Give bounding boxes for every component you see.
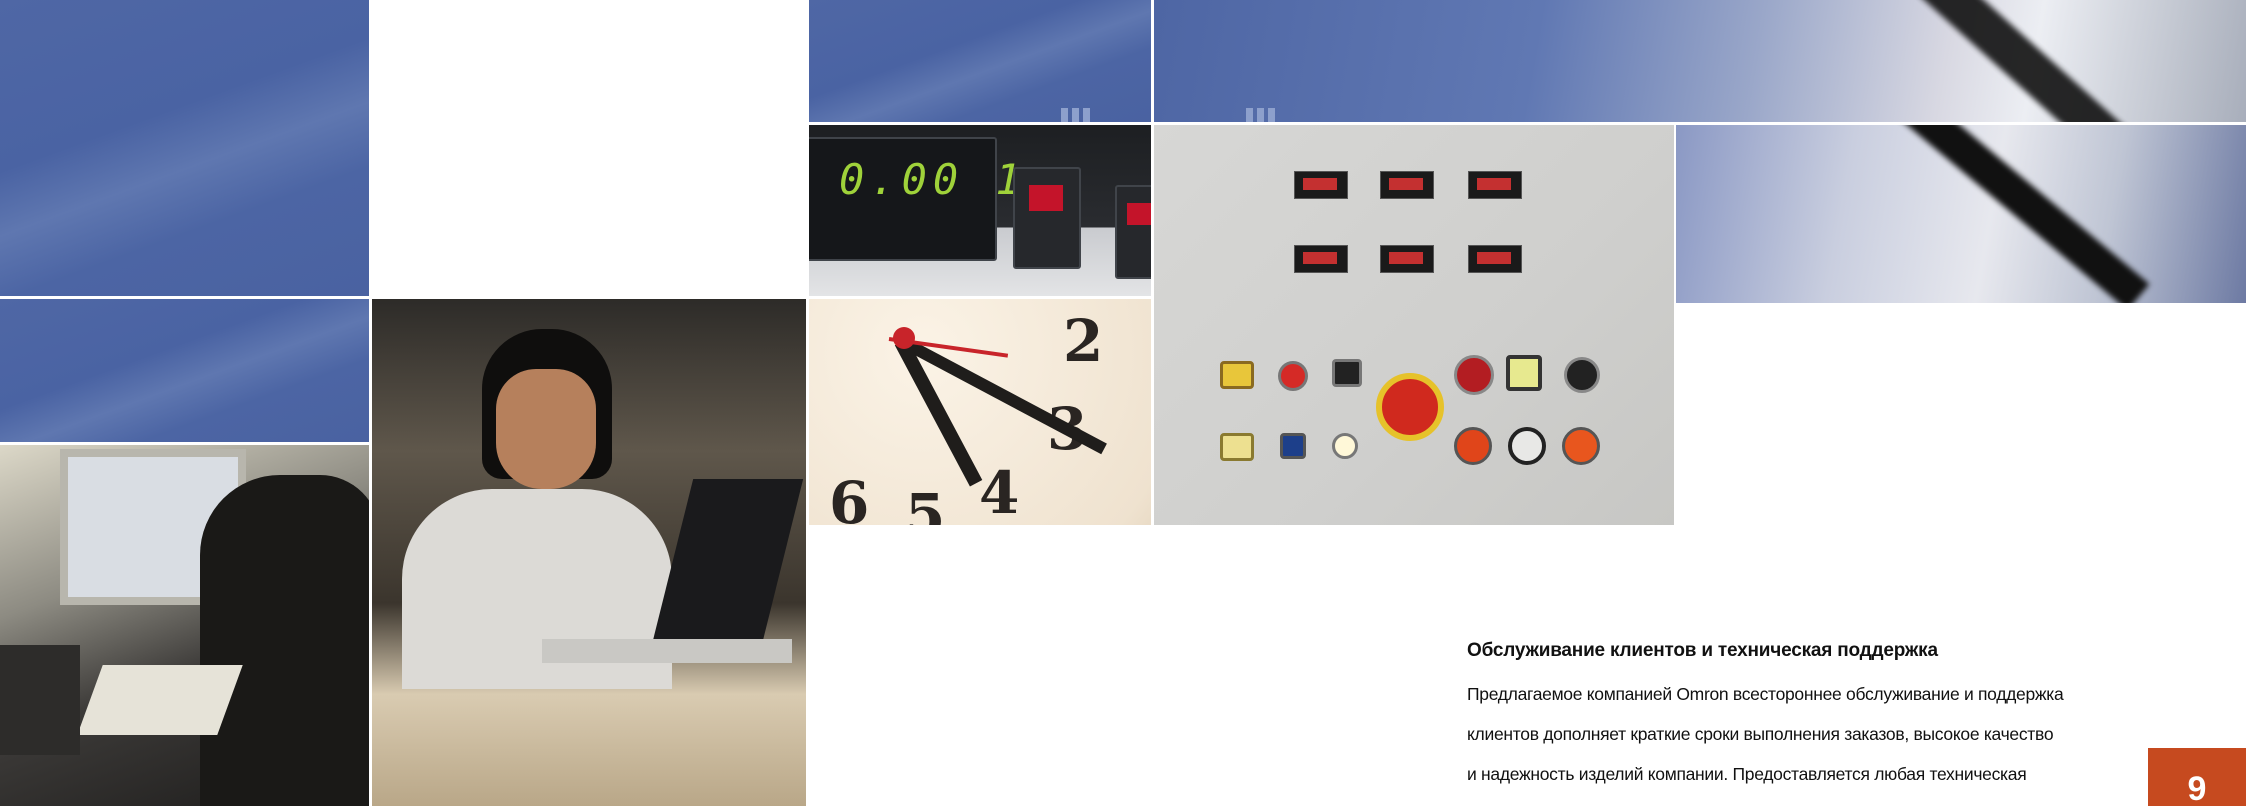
blue-tile-top-center bbox=[809, 0, 1151, 122]
clock-photo: 2 3 4 5 6 bbox=[809, 299, 1151, 525]
smiling-woman-photo bbox=[372, 299, 806, 806]
meter-readout: 0.00 1 bbox=[839, 155, 1027, 204]
body-line-3: и надежность изделий компании. Предостав… bbox=[1467, 764, 2027, 784]
control-panel-photo bbox=[1154, 125, 1674, 525]
page-number: 9 bbox=[2148, 748, 2246, 808]
digital-meters-photo: 0.00 1 bbox=[809, 125, 1151, 296]
blue-tile-middle-left bbox=[0, 299, 369, 442]
blue-tile-top-left bbox=[0, 0, 369, 296]
blue-streak-photo bbox=[1154, 0, 2246, 122]
grey-streak-photo bbox=[1676, 125, 2246, 303]
section-heading: Обслуживание клиентов и техническая подд… bbox=[1467, 640, 1938, 661]
body-line-2: клиентов дополняет краткие сроки выполне… bbox=[1467, 724, 2054, 744]
body-line-1: Предлагаемое компанией Omron всесторонне… bbox=[1467, 684, 2064, 704]
customer-support-agent-photo bbox=[0, 445, 369, 806]
customer-support-section: Обслуживание клиентов и техническая подд… bbox=[1467, 640, 2107, 794]
